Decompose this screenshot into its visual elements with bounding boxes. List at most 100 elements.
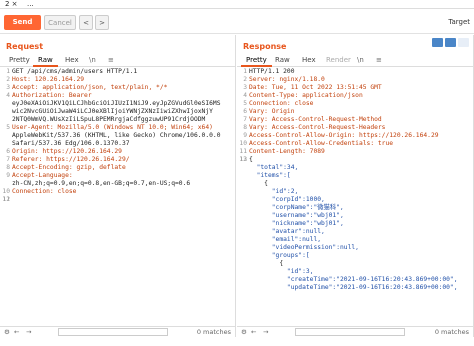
line-text: Date: Tue, 11 Oct 2022 13:51:45 GMT: [249, 84, 382, 91]
line-text: "username":"wbj01",: [249, 212, 344, 219]
back-button[interactable]: <: [79, 15, 93, 30]
line-number: 11: [239, 148, 247, 155]
layout-vertical-icon[interactable]: [445, 38, 456, 47]
code-line: 9 Access-Control-Allow-Origin: https://12…: [237, 132, 473, 140]
line-text: Referer: https://120.26.164.29/: [12, 156, 130, 163]
line-text: {: [249, 180, 268, 187]
tab-raw[interactable]: Raw: [33, 54, 58, 67]
code-line: 8 Vary: Access-Control-Request-Headers: [237, 124, 473, 132]
line-text: "avatar":null,: [249, 228, 325, 235]
settings-icon[interactable]: ⚙: [241, 328, 247, 336]
code-line: 2 Host: 120.26.164.29: [0, 76, 235, 84]
forward-button[interactable]: >: [95, 15, 109, 30]
tab-hex[interactable]: Hex: [60, 54, 84, 67]
code-line: "nickname":"wbj01",: [237, 220, 473, 228]
code-line: 13{: [237, 156, 473, 164]
code-line: 5 Connection: close: [237, 100, 473, 108]
line-text: Connection: close: [249, 100, 314, 107]
code-line: 3 Accept: application/json, text/plain, *…: [0, 84, 235, 92]
code-line: "id":2,: [237, 188, 473, 196]
code-line: {: [237, 260, 473, 268]
code-line: {: [237, 180, 473, 188]
next-icon[interactable]: →: [263, 328, 268, 336]
line-number: 10: [239, 140, 247, 147]
code-line: 7 Referer: https://120.26.164.29/: [0, 156, 235, 164]
tab-pretty[interactable]: Pretty: [4, 54, 35, 67]
line-text: Origin: https://120.26.164.29: [12, 148, 122, 155]
code-line: 9 Accept-Language:: [0, 172, 235, 180]
prev-icon[interactable]: ←: [251, 328, 256, 336]
code-line: AppleWebKit/537.36 (KHTML, like Gecko) C…: [0, 132, 235, 140]
tab-2[interactable]: 2 ×: [2, 0, 21, 9]
line-text: Access-Control-Allow-Credentials: true: [249, 140, 394, 147]
code-line: 2NTQ0WmVQ.WUsXzIiLSpuL8PEMRrgjaCdfggzuwU…: [0, 116, 235, 124]
line-text: 2NTQ0WmVQ.WUsXzIiLSpuL8PEMRrgjaCdfggzuwU…: [12, 116, 206, 123]
request-tabs: Pretty Raw Hex \n ≡: [0, 54, 235, 67]
line-text: Authorization: Bearer: [12, 92, 92, 99]
line-number: 10: [2, 188, 10, 195]
line-text: Access-Control-Allow-Origin: https://120…: [249, 132, 439, 139]
code-line: "videoPermission":null,: [237, 244, 473, 252]
tab-raw[interactable]: Raw: [270, 54, 295, 67]
send-button[interactable]: Send: [4, 15, 41, 30]
line-number: 6: [243, 108, 247, 115]
search-input[interactable]: [295, 328, 405, 336]
line-text: "total":34,: [249, 164, 299, 171]
line-number: 4: [243, 92, 247, 99]
line-text: {: [249, 156, 253, 163]
newline-toggle[interactable]: \n: [352, 54, 369, 67]
code-line: 4 Authorization: Bearer: [0, 92, 235, 100]
line-text: {: [249, 260, 284, 267]
line-number: 6: [6, 148, 10, 155]
request-footer: ⚙ ← → 0 matches: [0, 326, 235, 337]
line-text: Server: nginx/1.18.0: [249, 76, 325, 83]
line-number: 1: [243, 68, 247, 75]
code-line: 7 Vary: Access-Control-Request-Method: [237, 116, 473, 124]
next-icon[interactable]: →: [26, 328, 31, 336]
code-line: "username":"wbj01",: [237, 212, 473, 220]
tab-render[interactable]: Render: [321, 54, 356, 67]
line-text: "corpId":1000,: [249, 196, 325, 203]
line-text: Connection: close: [12, 188, 77, 195]
search-input[interactable]: [58, 328, 168, 336]
response-tabs: Pretty Raw Hex Render \n ≡: [237, 54, 473, 67]
line-text: Vary: Origin: [249, 108, 295, 115]
code-line: 2 Server: nginx/1.18.0: [237, 76, 473, 84]
tab-more[interactable]: ...: [24, 0, 37, 9]
layout-toggles: [432, 38, 469, 47]
response-editor[interactable]: 1 HTTP/1.1 200 2 Server: nginx/1.18.0 3 Date:…: [237, 68, 473, 328]
line-number: 5: [243, 100, 247, 107]
code-line: 3 Date: Tue, 11 Oct 2022 13:51:45 GMT: [237, 84, 473, 92]
code-line: "groups":[: [237, 252, 473, 260]
line-text: "videoPermission":null,: [249, 244, 359, 251]
code-line: 8 Accept-Encoding: gzip, deflate: [0, 164, 235, 172]
actions-menu[interactable]: ≡: [371, 54, 387, 67]
line-number: 9: [6, 172, 10, 179]
line-number: 8: [6, 164, 10, 171]
actions-menu[interactable]: ≡: [103, 54, 119, 67]
line-text: Content-Type: application/json: [249, 92, 363, 99]
line-text: Accept-Language:: [12, 172, 73, 179]
prev-icon[interactable]: ←: [14, 328, 19, 336]
tab-pretty[interactable]: Pretty: [241, 54, 272, 67]
request-editor[interactable]: 1 GET /api/cms/admin/users HTTP/1.1 2 Host:…: [0, 68, 235, 328]
tab-hex[interactable]: Hex: [297, 54, 321, 67]
response-pane: Response Pretty Raw Hex Render \n ≡ 1 HTT…: [237, 35, 474, 337]
line-text: User-Agent: Mozilla/5.0 (Windows NT 10.0…: [12, 124, 213, 131]
line-text: eyJ0eXAiOiJKV1QiLCJhbGciOiJIUzI1NiJ9.eyJ…: [12, 100, 221, 107]
line-text: "corpName":"微猫科",: [249, 204, 344, 211]
code-line: wic2NvcGUiOiJwaW4iLCJ0eXBlIjoiYWNjZXNzIi…: [0, 108, 235, 116]
request-pane: Request Pretty Raw Hex \n ≡ 1 GET /api/cm…: [0, 35, 236, 337]
line-text: "id":3,: [249, 268, 314, 275]
code-line: 1 HTTP/1.1 200: [237, 68, 473, 76]
cancel-button[interactable]: Cancel: [44, 15, 76, 30]
line-number: 13: [239, 156, 247, 163]
line-text: Host: 120.26.164.29: [12, 76, 85, 83]
settings-icon[interactable]: ⚙: [4, 328, 10, 336]
line-text: AppleWebKit/537.36 (KHTML, like Gecko) C…: [12, 132, 221, 139]
layout-tabs-icon[interactable]: [458, 38, 469, 47]
newline-toggle[interactable]: \n: [84, 54, 101, 67]
code-line: 1 GET /api/cms/admin/users HTTP/1.1: [0, 68, 235, 76]
code-line: 5 User-Agent: Mozilla/5.0 (Windows NT 10.…: [0, 124, 235, 132]
layout-split-icon[interactable]: [432, 38, 443, 47]
